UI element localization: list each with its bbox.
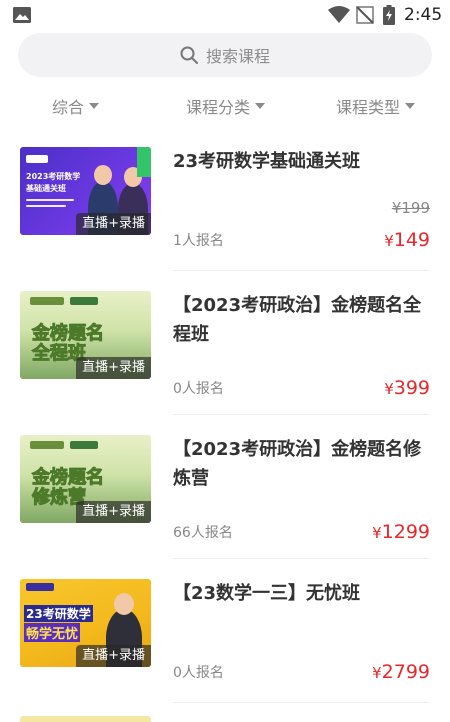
thumb-caption: 23考研数学 bbox=[24, 605, 93, 622]
wifi-icon bbox=[328, 6, 350, 23]
divider bbox=[173, 702, 430, 703]
course-price: ¥399 bbox=[384, 377, 430, 399]
no-signal-icon bbox=[356, 6, 374, 24]
caret-down-icon bbox=[255, 103, 266, 109]
course-type-badge: 直播+录播 bbox=[76, 357, 151, 379]
course-type-badge: 直播+录播 bbox=[76, 213, 151, 235]
filter-course-category[interactable]: 课程分类 bbox=[186, 94, 266, 118]
divider bbox=[173, 414, 430, 415]
thumb-caption: 2023考研数学 bbox=[26, 172, 81, 181]
price-value: 399 bbox=[393, 377, 430, 399]
caret-down-icon bbox=[405, 103, 416, 109]
course-price: ¥1299 bbox=[372, 521, 430, 543]
battery-charging-icon bbox=[383, 5, 395, 25]
currency-symbol: ¥ bbox=[384, 232, 394, 250]
enroll-count: 0人报名 bbox=[173, 381, 224, 397]
course-type-badge: 直播+录播 bbox=[76, 645, 151, 667]
course-thumbnail: 2023考研数学 基础通关班 直播+录播 bbox=[20, 147, 151, 235]
course-title[interactable]: 【2023考研政治】金榜题名修炼营 bbox=[173, 435, 435, 493]
price-value: 2799 bbox=[381, 661, 430, 683]
gallery-icon bbox=[13, 7, 31, 23]
thumb-caption: 畅学无忧 bbox=[24, 623, 81, 642]
status-bar: 2:45 bbox=[0, 0, 450, 30]
filter-bar: 综合 课程分类 课程类型 bbox=[0, 88, 450, 122]
original-price: ¥199 bbox=[391, 199, 430, 217]
search-placeholder: 搜索课程 bbox=[205, 47, 270, 66]
divider bbox=[173, 558, 430, 559]
course-item[interactable]: 23考研数学 畅学无忧 直播+录播 【23数学一三】无忧班 0人报名 ¥2799 bbox=[0, 564, 450, 708]
enroll-count: 0人报名 bbox=[173, 665, 224, 681]
course-type-badge: 直播+录播 bbox=[76, 501, 151, 523]
search-icon bbox=[180, 46, 198, 64]
filter-label: 综合 bbox=[52, 98, 85, 117]
search-input[interactable]: 搜索课程 bbox=[18, 33, 432, 77]
course-item[interactable]: 金榜题名 全程班 直播+录播 【2023考研政治】金榜题名全程班 0人报名 ¥3… bbox=[0, 276, 450, 420]
caret-down-icon bbox=[89, 103, 100, 109]
course-title[interactable]: 【23数学一三】无忧班 bbox=[173, 579, 435, 608]
enroll-count: 66人报名 bbox=[173, 525, 233, 541]
course-thumbnail: 23考研数学 畅学无忧 直播+录播 bbox=[20, 579, 151, 667]
divider bbox=[173, 270, 430, 271]
course-thumbnail: 金榜题名 修炼营 直播+录播 bbox=[20, 435, 151, 523]
filter-course-type[interactable]: 课程类型 bbox=[336, 94, 416, 118]
course-item[interactable]: 2023考研数学 基础通关班 直播+录播 23考研数学基础通关班 ¥199 1人… bbox=[0, 132, 450, 276]
course-price: ¥149 bbox=[384, 229, 430, 251]
course-item[interactable]: 金榜题名 修炼营 直播+录播 【2023考研政治】金榜题名修炼营 66人报名 ¥… bbox=[0, 420, 450, 564]
course-title[interactable]: 【2023考研政治】金榜题名全程班 bbox=[173, 291, 435, 349]
currency-symbol: ¥ bbox=[384, 380, 394, 398]
course-thumbnail-partial bbox=[20, 716, 151, 722]
price-value: 1299 bbox=[381, 521, 430, 543]
course-title[interactable]: 23考研数学基础通关班 bbox=[173, 147, 435, 176]
currency-symbol: ¥ bbox=[372, 524, 382, 542]
thumb-caption: 基础通关班 bbox=[26, 184, 66, 193]
clock: 2:45 bbox=[404, 5, 443, 25]
currency-symbol: ¥ bbox=[372, 664, 382, 682]
course-thumbnail: 金榜题名 全程班 直播+录播 bbox=[20, 291, 151, 379]
enroll-count: 1人报名 bbox=[173, 233, 224, 249]
price-value: 149 bbox=[393, 229, 430, 251]
filter-label: 课程分类 bbox=[186, 98, 251, 117]
filter-label: 课程类型 bbox=[336, 98, 401, 117]
course-price: ¥2799 bbox=[372, 661, 430, 683]
filter-comprehensive[interactable]: 综合 bbox=[52, 94, 100, 118]
